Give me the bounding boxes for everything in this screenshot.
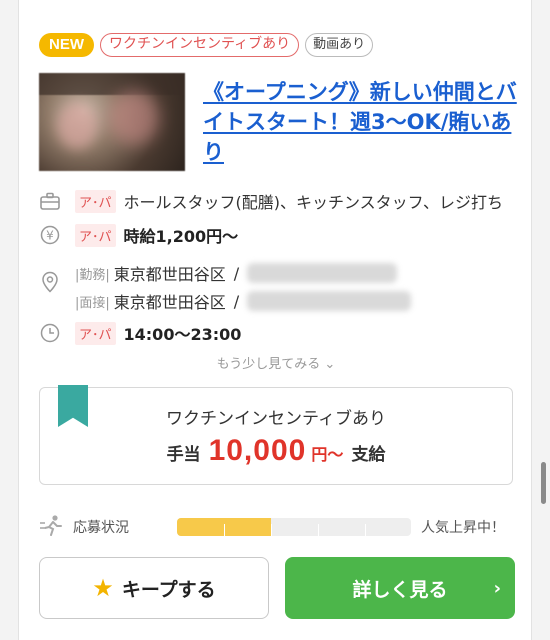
chevron-right-icon: › [493, 577, 501, 599]
hours-row: ア･パ 14:00〜23:00 [39, 321, 241, 345]
video-badge: 動画あり [305, 33, 374, 57]
interview-location-slash: / [233, 291, 240, 311]
location-pin-icon [39, 271, 61, 293]
scrollbar[interactable] [541, 462, 546, 504]
incentive-prefix: 手当 [166, 445, 201, 465]
vaccine-badge: ワクチンインセンティブあり [100, 33, 300, 57]
hours-text: 14:00〜23:00 [123, 325, 242, 344]
application-status-label: 応募状況 [73, 520, 129, 536]
keep-button-label: キープする [121, 578, 216, 601]
see-more-label: もう少し見てみる [216, 357, 321, 372]
star-icon: ★ [92, 574, 114, 602]
incentive-unit: 円〜 [311, 445, 344, 464]
svg-text:¥: ¥ [46, 229, 54, 243]
see-more-link[interactable]: もう少し見てみる ⌄ [19, 353, 533, 372]
chevron-down-icon: ⌄ [324, 357, 336, 372]
job-card: NEW ワクチンインセンティブあり 動画あり 《オープニング》新しい仲間とバイト… [18, 0, 532, 640]
wage-text: 時給1,200円〜 [123, 227, 239, 246]
employment-type-tag: ア･パ [75, 189, 116, 213]
location-row: |勤務| 東京都世田谷区 / |面接| 東京都世田谷区 / [39, 261, 412, 313]
work-location-slash: / [233, 263, 240, 283]
interview-location-label: |面接| [75, 295, 110, 311]
application-status: 応募状況 人気上昇中！ [39, 514, 513, 541]
job-title-link[interactable]: 《オープニング》新しい仲間とバイトスタート！週3〜OK/賄いあり [203, 77, 525, 167]
incentive-amount: 10,000 [208, 434, 307, 467]
keep-button[interactable]: ★ キープする [39, 557, 269, 619]
occupation-row: ア･パ ホールスタッフ(配膳)、キッチンスタッフ、レジ打ち [39, 189, 503, 213]
occupation-text: ホールスタッフ(配膳)、キッチンスタッフ、レジ打ち [123, 193, 504, 212]
briefcase-icon [39, 190, 61, 212]
wage-type-tag: ア･パ [75, 223, 116, 247]
incentive-title: ワクチンインセンティブあり [166, 409, 386, 429]
popularity-status: 人気上昇中！ [421, 520, 505, 536]
incentive-box: ワクチンインセンティブあり 手当 10,000 円〜 支給 [39, 385, 513, 485]
interview-location-text: 東京都世田谷区 [113, 293, 226, 312]
yen-icon: ¥ [39, 224, 61, 246]
view-details-label: 詳しく見る [352, 578, 448, 601]
job-thumbnail[interactable] [39, 73, 185, 171]
incentive-suffix: 支給 [351, 445, 386, 465]
badge-row: NEW ワクチンインセンティブあり 動画あり [39, 33, 374, 57]
clock-icon [39, 322, 61, 344]
running-person-icon [39, 514, 73, 541]
view-details-button[interactable]: 詳しく見る › [285, 557, 515, 619]
popularity-bar [177, 518, 411, 536]
incentive-amount-line: 手当 10,000 円〜 支給 [40, 434, 512, 468]
blurred-station [247, 291, 412, 311]
work-location-text: 東京都世田谷区 [113, 265, 226, 284]
hours-type-tag: ア･パ [75, 321, 116, 345]
new-badge: NEW [39, 33, 94, 57]
work-location-label: |勤務| [75, 267, 110, 283]
wage-row: ¥ ア･パ 時給1,200円〜 [39, 223, 238, 247]
blurred-station [247, 263, 398, 283]
